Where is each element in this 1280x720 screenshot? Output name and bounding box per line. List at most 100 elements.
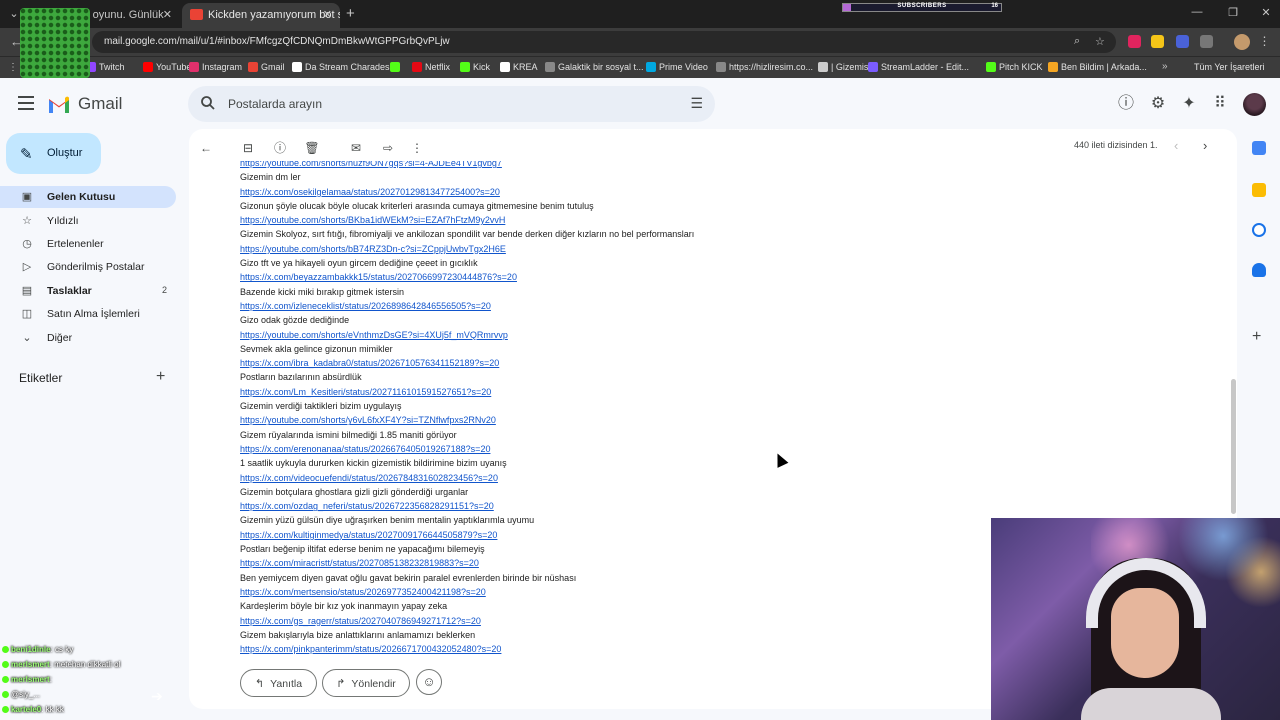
message-text-line: Postları beğenip iltifat ederse benim ne… bbox=[240, 544, 485, 555]
more-bookmarks-icon[interactable]: » bbox=[1162, 61, 1168, 72]
bookmark-favicon-icon bbox=[248, 62, 258, 72]
prev-page-icon[interactable]: ‹ bbox=[1174, 138, 1178, 153]
message-link[interactable]: https://x.com/ozdag_neferi/status/202672… bbox=[240, 499, 694, 513]
close-tab-icon[interactable]: ✕ bbox=[163, 8, 172, 21]
main-menu-icon[interactable] bbox=[18, 96, 34, 110]
all-bookmarks-link[interactable]: Tüm Yer İşaretleri bbox=[1194, 62, 1265, 72]
reply-label: Yanıtla bbox=[270, 678, 303, 690]
sidebar-item[interactable]: ◷ Ertelenenler bbox=[0, 233, 176, 255]
sidebar-item[interactable]: ▣ Gelen Kutusu bbox=[0, 186, 176, 208]
bookmark-item[interactable]: Instagram bbox=[189, 62, 242, 72]
emoji-reaction-icon[interactable]: ☺ bbox=[416, 669, 442, 695]
message-text-line: Sevmek akla gelince gizonun mimikler bbox=[240, 343, 393, 354]
next-page-icon[interactable]: › bbox=[1203, 138, 1207, 153]
sidebar-item[interactable]: ⌄ Diğer bbox=[0, 327, 176, 349]
message-link[interactable]: https://x.com/kultiginmedya/status/20270… bbox=[240, 528, 694, 542]
message-link[interactable]: https://youtube.com/shorts/eVnthmzDsGE?s… bbox=[240, 328, 694, 342]
gmail-tab-icon bbox=[190, 9, 203, 20]
bookmark-item[interactable]: StreamLadder - Edit... bbox=[868, 62, 969, 72]
browser-tab-active[interactable]: Kickden yazamıyorum bot sanı ✕ bbox=[182, 3, 340, 28]
bookmark-item[interactable]: Kick bbox=[460, 62, 490, 72]
message-link[interactable]: https://youtube.com/shorts/bB74RZ3Dn-c?s… bbox=[240, 242, 694, 256]
browser-profile-avatar[interactable] bbox=[1234, 34, 1250, 50]
search-options-icon[interactable]: ☰ bbox=[690, 95, 703, 112]
draft-icon: ▤ bbox=[21, 285, 33, 297]
settings-gear-icon[interactable]: ⚙ bbox=[1149, 95, 1167, 113]
account-avatar[interactable] bbox=[1243, 93, 1266, 116]
message-link[interactable]: https://youtube.com/shorts/huzf9ON7gqs?s… bbox=[240, 161, 694, 170]
forward-label: Yönlendir bbox=[351, 678, 396, 690]
message-link[interactable]: https://youtube.com/shorts/y6vL6fxXF4Y?s… bbox=[240, 413, 694, 427]
forward-button[interactable]: ↱ Yönlendir bbox=[322, 669, 410, 697]
bookmark-item[interactable]: Ben Bildim | Arkada... bbox=[1048, 62, 1147, 72]
bookmark-item[interactable]: YouTube bbox=[143, 62, 191, 72]
extension-icon[interactable] bbox=[1176, 35, 1189, 48]
google-apps-icon[interactable]: ⠿ bbox=[1211, 95, 1229, 113]
message-link[interactable]: https://x.com/mertsensio/status/20269773… bbox=[240, 585, 694, 599]
sidebar-item[interactable]: ☆ Yıldızlı bbox=[0, 210, 176, 232]
close-window-icon[interactable]: ✕ bbox=[1259, 6, 1273, 19]
bookmark-item[interactable]: Netflix bbox=[412, 62, 450, 72]
message-link[interactable]: https://x.com/erenonanaa/status/20266764… bbox=[240, 442, 694, 456]
page-count: 440 ileti dizisinden 1. bbox=[1074, 140, 1158, 150]
bookmark-favicon-icon bbox=[390, 62, 400, 72]
message-link[interactable]: https://x.com/gs_ragerr/status/202704078… bbox=[240, 614, 694, 628]
message-link[interactable]: https://x.com/ibra_kadabra0/status/20267… bbox=[240, 356, 694, 370]
bookmark-favicon-icon bbox=[143, 62, 153, 72]
sidebar-item[interactable]: ▤ Taslaklar 2 bbox=[0, 280, 176, 302]
zoom-icon[interactable]: ⌕ bbox=[1074, 35, 1080, 48]
bookmark-item[interactable]: https://hizliresim.co... bbox=[716, 62, 813, 72]
calendar-icon[interactable] bbox=[1252, 141, 1266, 155]
bookmark-item[interactable]: Pitch KICK bbox=[986, 62, 1043, 72]
help-icon[interactable]: ⓘ bbox=[1117, 95, 1135, 113]
delete-icon[interactable]: 🗑 bbox=[304, 140, 320, 156]
bookmark-item[interactable]: Galaktik bir sosyal t... bbox=[545, 62, 644, 72]
more-actions-icon[interactable]: ⋮ bbox=[409, 140, 425, 156]
close-tab-icon[interactable]: ✕ bbox=[323, 8, 332, 21]
bookmark-favicon-icon bbox=[500, 62, 510, 72]
back-to-inbox-icon[interactable]: ← bbox=[198, 140, 214, 156]
bookmark-item[interactable]: Prime Video bbox=[646, 62, 708, 72]
move-to-icon[interactable]: ⇨ bbox=[380, 140, 396, 156]
bookmark-item[interactable]: Da Stream Charades bbox=[292, 62, 390, 72]
mark-unread-icon[interactable]: ✉ bbox=[348, 140, 364, 156]
message-link[interactable]: https://x.com/Lm_Kesitleri/status/202711… bbox=[240, 385, 694, 399]
sidebar-item[interactable]: ▷ Gönderilmiş Postalar bbox=[0, 256, 176, 278]
search-icon[interactable] bbox=[200, 95, 216, 111]
extension-icon[interactable] bbox=[1128, 35, 1141, 48]
bookmark-item[interactable]: KREA bbox=[500, 62, 538, 72]
message-link[interactable]: https://x.com/osekilgelamaa/status/20270… bbox=[240, 185, 694, 199]
new-tab-icon[interactable]: + bbox=[346, 5, 355, 22]
message-link[interactable]: https://x.com/izleneceklist/status/20268… bbox=[240, 299, 694, 313]
chat-send-icon[interactable]: ➔ bbox=[151, 688, 163, 705]
gemini-sparkle-icon[interactable]: ✦ bbox=[1180, 95, 1198, 113]
archive-icon[interactable]: ⊟ bbox=[240, 140, 256, 156]
extensions-puzzle-icon[interactable] bbox=[1200, 35, 1213, 48]
compose-button[interactable]: ✎ Oluştur bbox=[6, 133, 101, 174]
message-link[interactable]: https://x.com/beyazzambakkk15/status/202… bbox=[240, 270, 694, 284]
add-label-icon[interactable]: + bbox=[156, 368, 165, 386]
tasks-icon[interactable] bbox=[1252, 223, 1266, 237]
bookmark-item[interactable]: Gmail bbox=[248, 62, 285, 72]
browser-menu-icon[interactable]: ⋮ bbox=[1258, 35, 1271, 48]
report-spam-icon[interactable]: ⓘ bbox=[272, 140, 288, 156]
reply-button[interactable]: ↰ Yanıtla bbox=[240, 669, 317, 697]
maximize-icon[interactable]: ❐ bbox=[1226, 6, 1240, 19]
extension-icon[interactable] bbox=[1151, 35, 1164, 48]
message-link[interactable]: https://youtube.com/shorts/BKba1idWEkM?s… bbox=[240, 213, 694, 227]
get-addons-icon[interactable]: + bbox=[1252, 328, 1261, 346]
keep-icon[interactable] bbox=[1252, 183, 1266, 197]
sidebar-item[interactable]: ◫ Satın Alma İşlemleri bbox=[0, 303, 176, 325]
message-scrollbar[interactable] bbox=[1231, 379, 1236, 514]
mail-search-input[interactable]: Postalarda arayın ☰ bbox=[188, 86, 715, 122]
contacts-icon[interactable] bbox=[1252, 263, 1266, 277]
message-link[interactable]: https://x.com/miracristt/status/20270851… bbox=[240, 556, 694, 570]
message-link[interactable]: https://x.com/pinkpanterimm/status/20266… bbox=[240, 642, 694, 656]
bookmark-item[interactable]: Twitch bbox=[86, 62, 125, 72]
minimize-icon[interactable]: — bbox=[1190, 6, 1204, 18]
stream-chat: beni1dinle: cs ky merlsmert: metehan dikk… bbox=[0, 645, 180, 720]
bookmark-label: Ben Bildim | Arkada... bbox=[1061, 62, 1147, 72]
url-omnibox[interactable]: mail.google.com/mail/u/1/#inbox/FMfcgzQf… bbox=[92, 31, 1116, 53]
message-link[interactable]: https://x.com/videocuefendi/status/20267… bbox=[240, 471, 694, 485]
bookmark-star-icon[interactable]: ☆ bbox=[1095, 35, 1105, 48]
